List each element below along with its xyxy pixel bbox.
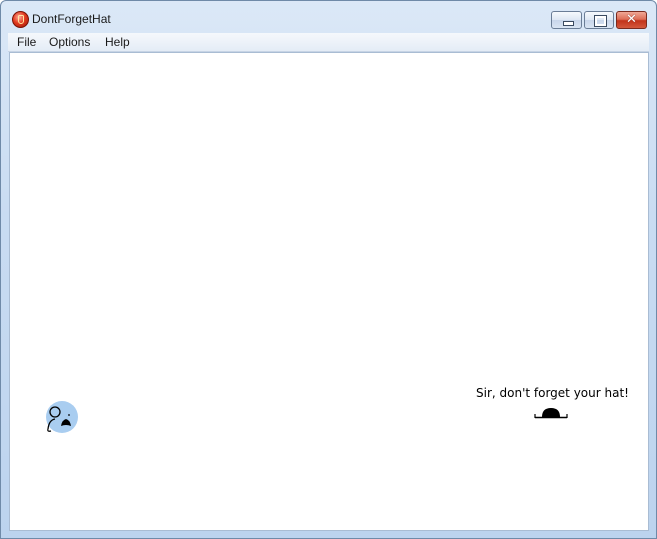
close-icon: ✕ xyxy=(626,12,637,27)
minimize-button[interactable] xyxy=(551,11,582,29)
menu-options[interactable]: Options xyxy=(48,34,91,50)
drawing-area[interactable]: Sir, don't forget your hat! xyxy=(9,52,649,531)
window-title: DontForgetHat xyxy=(32,12,111,26)
app-icon[interactable] xyxy=(12,11,29,28)
menu-help[interactable]: Help xyxy=(104,34,131,50)
man-with-mustache-icon xyxy=(46,401,78,433)
menu-file[interactable]: File xyxy=(16,34,37,50)
maximize-button[interactable] xyxy=(584,11,614,29)
maximize-icon xyxy=(594,15,607,27)
app-window: DontForgetHat ✕ File Options Help Sir, d… xyxy=(0,0,657,539)
bowler-hat-icon xyxy=(534,408,568,419)
close-button[interactable]: ✕ xyxy=(616,11,647,29)
hat-reminder-message: Sir, don't forget your hat! xyxy=(476,386,629,400)
menu-bar: File Options Help xyxy=(8,33,649,52)
minimize-icon xyxy=(563,21,574,26)
title-bar[interactable]: DontForgetHat ✕ xyxy=(1,1,656,33)
